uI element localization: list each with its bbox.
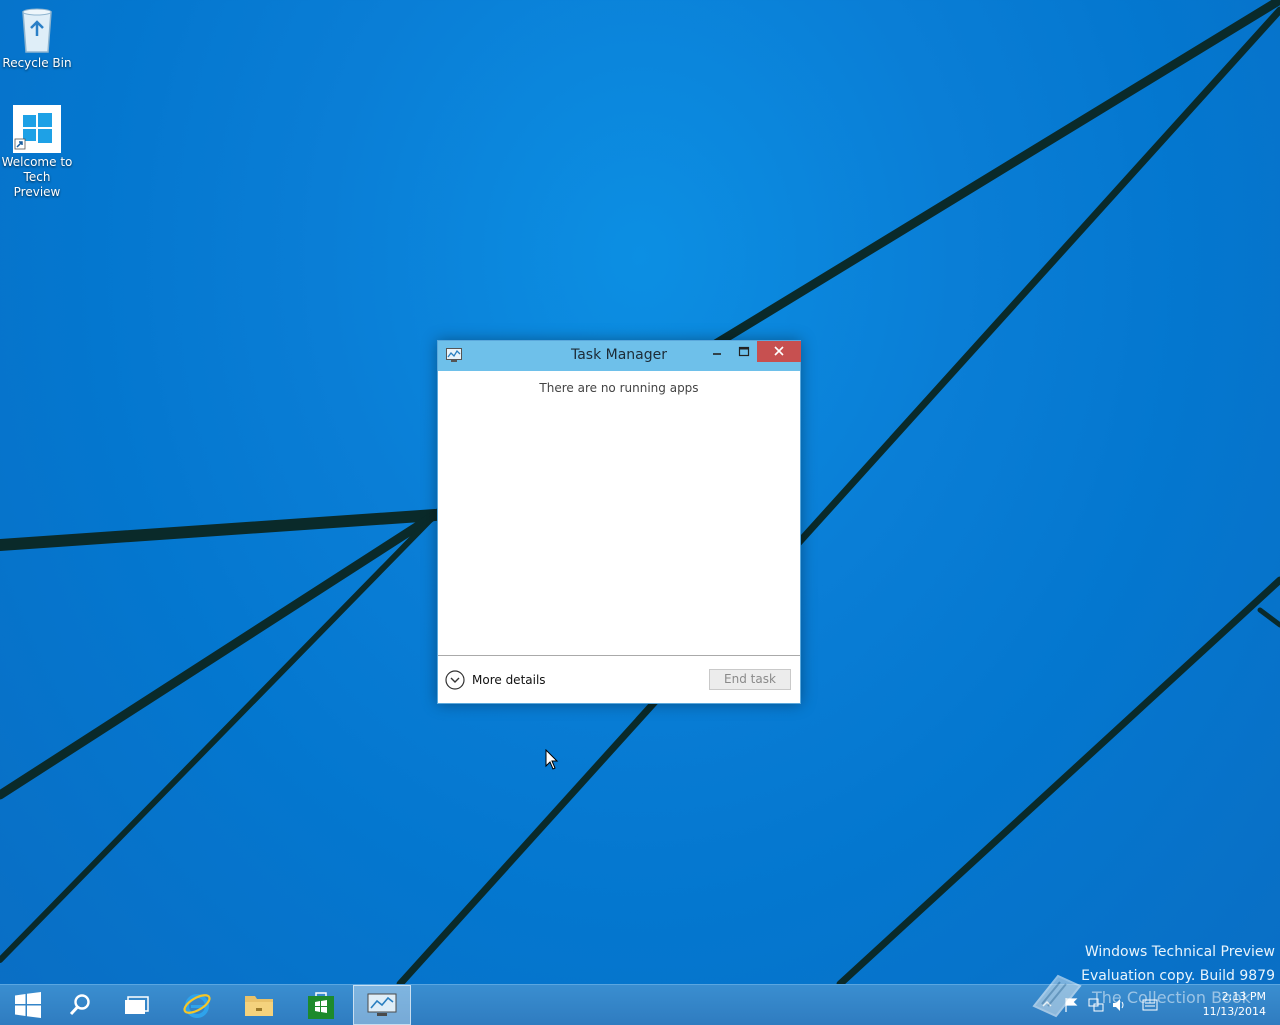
taskbar: 2:13 PM 11/13/2014 [0, 984, 1280, 1025]
desktop-icon-label: Welcome to Tech Preview [1, 155, 73, 199]
task-view-icon [125, 996, 149, 1014]
task-manager-icon [367, 993, 397, 1016]
close-button[interactable] [757, 341, 801, 362]
mouse-cursor-icon [545, 749, 559, 770]
task-manager-window: Task Manager There are no running apps M… [437, 340, 801, 704]
chevron-down-icon [445, 670, 465, 690]
store-button[interactable] [293, 985, 349, 1025]
overlay-logo-text: The Collection Book [1092, 988, 1251, 1007]
windows-logo-icon [13, 105, 61, 153]
desktop-icon-label: Recycle Bin [2, 56, 72, 70]
book-logo-icon [1032, 974, 1082, 1018]
task-manager-taskbar-button[interactable] [353, 985, 411, 1025]
start-button[interactable] [0, 985, 56, 1025]
recycle-bin-icon [22, 8, 52, 53]
task-view-button[interactable] [109, 985, 165, 1025]
minimize-icon [713, 353, 721, 355]
file-explorer-button[interactable] [231, 985, 287, 1025]
maximize-button[interactable] [731, 341, 757, 362]
more-details-toggle[interactable]: More details [445, 669, 546, 691]
internet-explorer-button[interactable] [169, 985, 225, 1025]
desktop-icon-welcome[interactable]: Welcome to Tech Preview [0, 105, 74, 200]
minimize-button[interactable] [704, 341, 730, 362]
internet-explorer-icon [183, 994, 211, 1018]
close-icon [774, 346, 784, 356]
maximize-icon [738, 346, 750, 357]
evaluation-watermark: Windows Technical Preview Evaluation cop… [1081, 940, 1275, 988]
store-icon [308, 992, 334, 1019]
end-task-button[interactable]: End task [709, 669, 791, 690]
watermark-line1: Windows Technical Preview [1084, 944, 1275, 960]
footer-divider [438, 655, 800, 656]
empty-apps-message: There are no running apps [539, 381, 699, 395]
search-icon [69, 994, 90, 1016]
start-icon [15, 992, 41, 1018]
desktop-icon-recycle-bin[interactable]: Recycle Bin [0, 6, 74, 71]
file-explorer-icon [245, 996, 273, 1016]
title-bar[interactable]: Task Manager [438, 341, 801, 371]
search-button[interactable] [52, 985, 108, 1025]
more-details-label: More details [472, 673, 546, 687]
